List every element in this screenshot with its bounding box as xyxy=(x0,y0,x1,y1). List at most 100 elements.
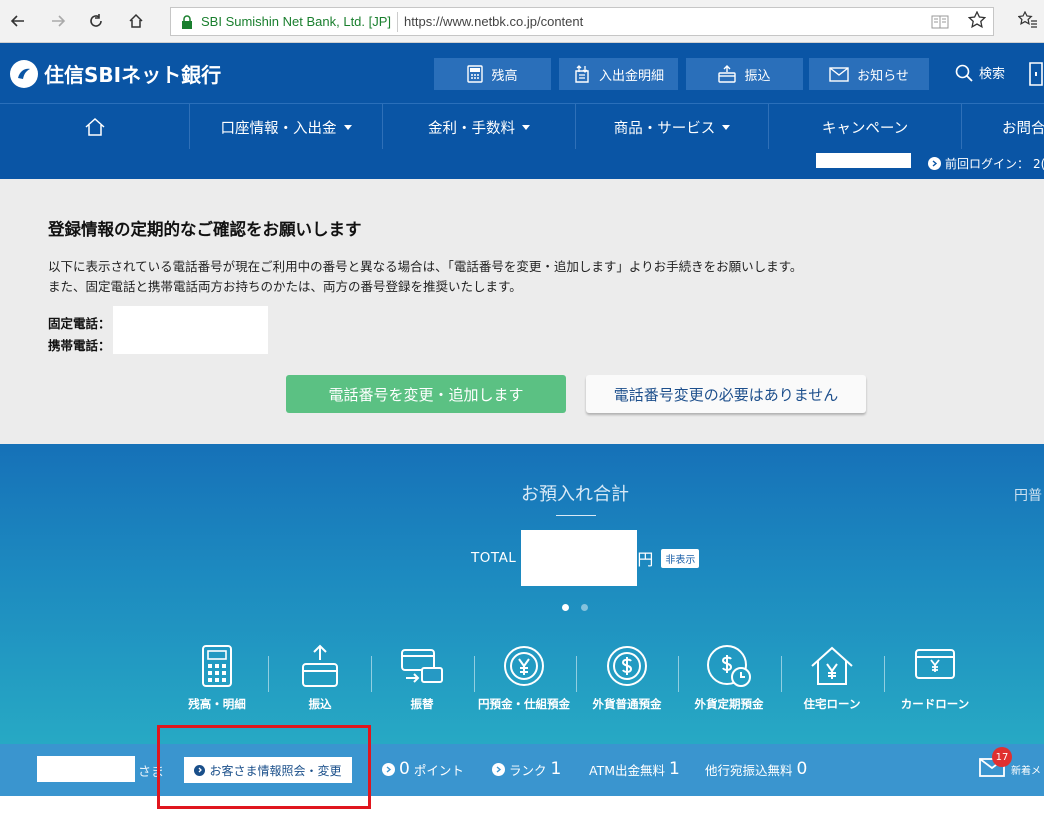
reload-button[interactable] xyxy=(82,7,110,35)
no-change-needed-button[interactable]: 電話番号変更の必要はありません xyxy=(586,375,866,413)
quick-link-fx-time-deposit[interactable]: 外貨定期預金 xyxy=(679,644,779,714)
atm-value: 1 xyxy=(669,759,680,779)
atm-label: ATM出金無料 xyxy=(589,762,666,778)
house-yen-icon xyxy=(811,646,853,685)
header-button-notices[interactable]: お知らせ xyxy=(809,58,929,90)
calculator-icon xyxy=(467,65,484,83)
quick-link-yen-deposit[interactable]: 円預金・仕組預金 xyxy=(474,644,574,714)
header-button-label: お知らせ xyxy=(857,68,909,84)
calculator-icon xyxy=(202,645,232,687)
transfer-free-value: 0 xyxy=(796,759,808,779)
search-icon xyxy=(955,64,973,82)
dollar-coin-icon xyxy=(607,646,647,686)
mail-icon xyxy=(829,66,849,82)
quick-link-label: 振替 xyxy=(410,697,434,711)
nav-contact[interactable]: お問合 xyxy=(962,104,1044,150)
change-phone-button[interactable]: 電話番号を変更・追加します xyxy=(286,375,566,413)
address-bar[interactable]: SBI Sumishin Net Bank, Ltd. [JP] https:/… xyxy=(170,7,994,36)
divider xyxy=(397,11,399,32)
browser-toolbar: SBI Sumishin Net Bank, Ltd. [JP] https:/… xyxy=(0,0,1044,43)
last-login[interactable]: 前回ログイン： 2( xyxy=(928,155,1044,172)
quick-link-account-transfer[interactable]: 振替 xyxy=(372,644,472,714)
currency-label: 円 xyxy=(637,550,654,569)
header-button-label: 入出金明細 xyxy=(598,68,664,84)
redacted-phone-numbers xyxy=(113,306,268,354)
carousel-dot[interactable] xyxy=(581,604,588,611)
logo-mark-icon xyxy=(10,59,38,88)
quick-link-label: 住宅ローン xyxy=(803,697,861,711)
points-link[interactable]: 0 ポイント xyxy=(382,759,464,779)
back-button[interactable] xyxy=(4,7,32,35)
transfer-icon xyxy=(718,65,737,83)
quick-link-card-loan[interactable]: カードローン xyxy=(885,644,985,714)
carousel-dot-active[interactable] xyxy=(562,604,569,611)
transfer-free-count: 他行宛振込無料 0 xyxy=(705,759,807,779)
balance-panel: お預入れ合計 円普 TOTAL 円 非表示 残高・明細 振込 振替 円預金・仕組… xyxy=(0,444,1044,744)
forward-button[interactable] xyxy=(44,7,72,35)
logout-door-icon[interactable] xyxy=(1028,61,1044,87)
header-button-statement[interactable]: 入出金明細 xyxy=(559,58,678,90)
notice-text-line-2: また、固定電話と携帯電話両方お持ちのかたは、両方の番号登録を推奨いたします。 xyxy=(48,279,522,294)
quick-link-balance-details[interactable]: 残高・明細 xyxy=(167,644,267,714)
dollar-clock-icon xyxy=(707,645,751,687)
header-button-balance[interactable]: 残高 xyxy=(434,58,551,90)
reload-icon xyxy=(90,14,102,27)
rank-value: 1 xyxy=(550,759,562,779)
hide-balance-button[interactable]: 非表示 xyxy=(661,548,700,568)
nav-label: 商品・サービス xyxy=(613,120,716,137)
landline-label: 固定電話： xyxy=(48,316,111,331)
nav-products-services[interactable]: 商品・サービス xyxy=(576,104,769,150)
divider xyxy=(268,656,269,692)
mobile-label: 携帯電話： xyxy=(48,338,111,353)
favorites-list-icon[interactable] xyxy=(1018,11,1038,29)
nav-label: 金利・手数料 xyxy=(428,120,515,137)
total-label: TOTAL xyxy=(471,550,517,566)
unread-mail-badge: 17 xyxy=(992,747,1012,767)
nav-label: 口座情報・入出金 xyxy=(220,120,337,137)
transfer-free-label: 他行宛振込無料 xyxy=(705,762,793,778)
chevron-right-icon xyxy=(382,762,395,776)
quick-link-mortgage[interactable]: 住宅ローン xyxy=(782,644,882,714)
quick-link-label: 振込 xyxy=(308,697,332,711)
quick-link-label: 円預金・仕組預金 xyxy=(478,697,570,711)
statement-icon xyxy=(575,65,589,83)
url-text[interactable]: https://www.netbk.co.jp/content xyxy=(404,14,583,29)
nav-label: キャンペーン xyxy=(821,120,909,137)
rank-link[interactable]: ランク 1 xyxy=(492,759,561,779)
atm-free-count: ATM出金無料 1 xyxy=(589,759,680,779)
quick-link-label: カードローン xyxy=(900,697,970,711)
quick-link-label: 外貨定期預金 xyxy=(694,697,764,711)
quick-link-transfer[interactable]: 振込 xyxy=(270,644,370,714)
nav-rates-fees[interactable]: 金利・手数料 xyxy=(383,104,576,150)
header-button-label: 残高 xyxy=(491,68,518,84)
header-button-transfer[interactable]: 振込 xyxy=(686,58,803,90)
redacted-balance xyxy=(521,530,638,586)
last-login-label: 前回ログイン： xyxy=(945,157,1030,171)
home-button[interactable] xyxy=(122,7,150,35)
search-button[interactable]: 検索 xyxy=(955,63,1005,82)
points-value: 0 xyxy=(399,759,410,779)
bank-logo[interactable]: 住信SBIネット銀行 xyxy=(10,59,221,88)
nav-account-info[interactable]: 口座情報・入出金 xyxy=(190,104,383,150)
rank-label: ランク xyxy=(509,762,547,778)
highlight-annotation-box xyxy=(157,725,371,809)
new-mail-label[interactable]: 新着メ xyxy=(1011,762,1041,777)
card-yen-icon xyxy=(915,649,955,679)
quick-link-fx-savings[interactable]: 外貨普通預金 xyxy=(577,644,677,714)
caret-down-icon xyxy=(343,124,352,130)
bank-header: 住信SBIネット銀行 残高 入出金明細 振込 お知らせ 検索 xyxy=(0,43,1044,103)
quick-link-label: 残高・明細 xyxy=(188,697,246,711)
yen-coin-icon xyxy=(504,646,544,686)
nav-home[interactable] xyxy=(0,104,190,150)
caret-down-icon xyxy=(522,124,530,130)
main-navigation: 口座情報・入出金 金利・手数料 商品・サービス キャンペーン お問合 xyxy=(0,103,1044,150)
reading-view-icon[interactable] xyxy=(931,14,949,30)
divider xyxy=(556,515,596,516)
next-panel-label[interactable]: 円普 xyxy=(1014,485,1042,505)
nav-campaign[interactable]: キャンペーン xyxy=(769,104,962,150)
back-arrow-icon xyxy=(10,15,24,27)
redacted-user-name xyxy=(37,756,135,782)
balance-title: お預入れ合計 xyxy=(521,484,629,505)
favorite-star-icon[interactable] xyxy=(968,11,986,29)
total-balance-row: TOTAL 円 非表示 xyxy=(471,530,700,586)
